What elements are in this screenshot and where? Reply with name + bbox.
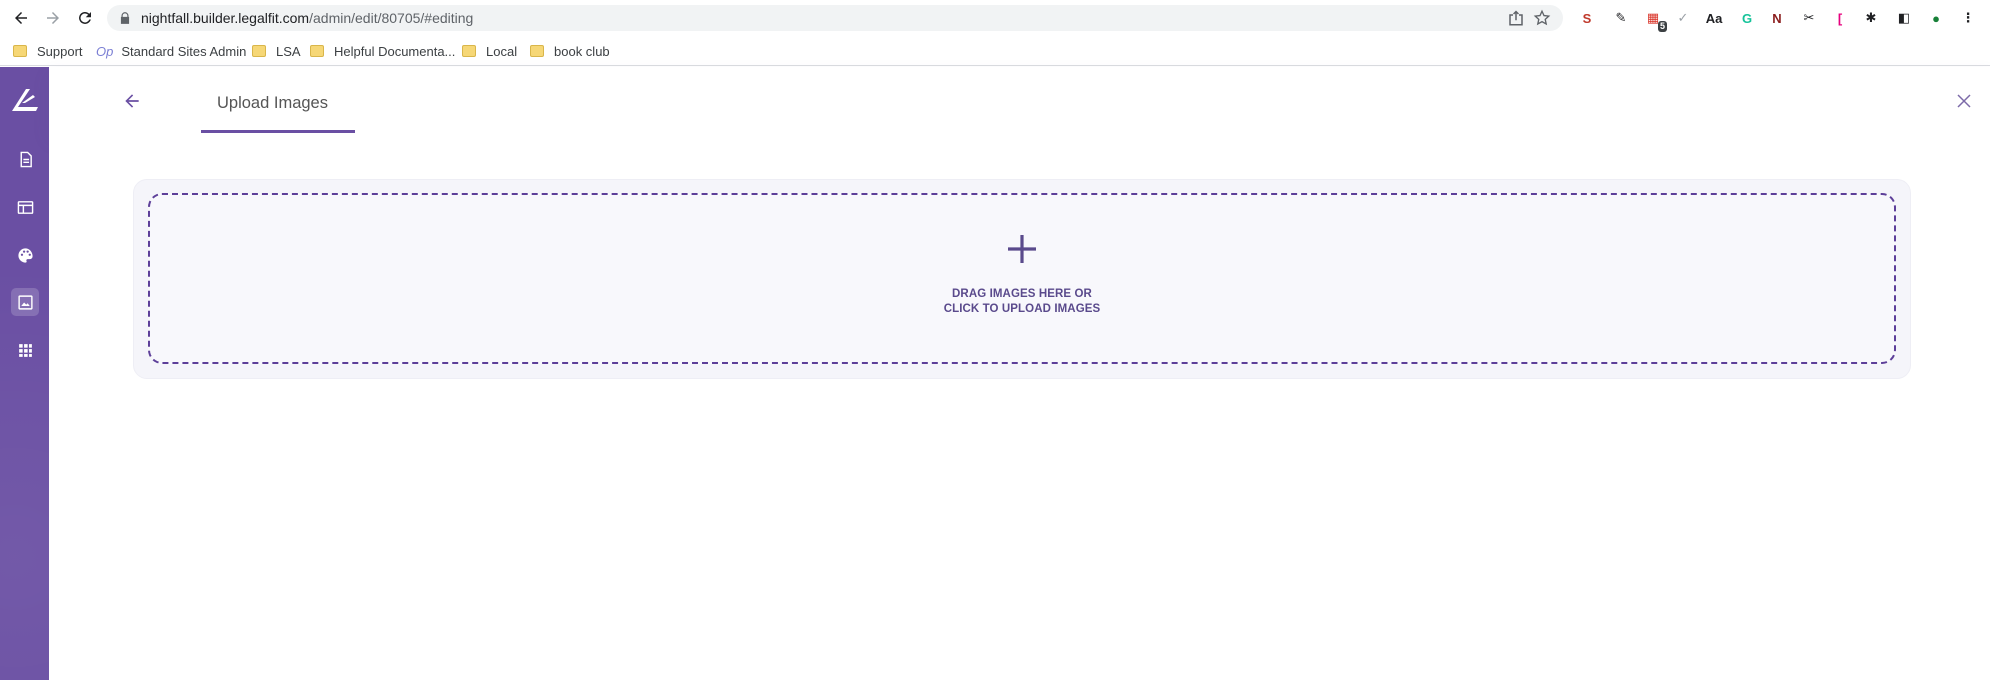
bookmark-label: Local [486, 43, 518, 59]
plus-icon [1008, 235, 1036, 263]
arrow-right-icon [47, 12, 59, 24]
url-text: nightfall.builder.legalfit.com/admin/edi… [141, 10, 473, 26]
bookmark-helpful-documentation[interactable]: Helpful Documenta... [310, 42, 455, 60]
bookmarks-bar: Support Op Standard Sites Admin LSA Help… [0, 36, 1990, 66]
url-host: nightfall.builder.legalfit.com [141, 10, 310, 26]
op-logo-icon: Op [96, 43, 114, 59]
grid-icon [18, 343, 32, 357]
bookmark-lsa[interactable]: LSA [252, 42, 301, 60]
calendar-extension-icon[interactable]: ▦ 5 [1643, 8, 1667, 32]
ghost-extension-icon[interactable]: ✂ [1799, 8, 1819, 28]
folder-icon [530, 45, 544, 57]
back-arrow-icon[interactable] [122, 91, 142, 111]
bracket-extension-icon[interactable]: [ [1830, 8, 1850, 28]
url-path: /admin/edit/80705/#editing [309, 10, 474, 26]
extension-badge: 5 [1657, 21, 1667, 32]
browser-reload-button[interactable] [73, 6, 97, 30]
main-content: DRAG IMAGES HERE OR CLICK TO UPLOAD IMAG… [49, 133, 1990, 680]
dropzone-instruction-line2: CLICK TO UPLOAD IMAGES [943, 303, 1101, 315]
layout-icon [17, 200, 33, 214]
sidebar-item-theme[interactable] [11, 241, 39, 269]
n-extension-icon[interactable]: N [1767, 8, 1787, 28]
folder-icon [310, 45, 324, 57]
close-icon[interactable] [1955, 92, 1973, 110]
sidebar-item-images[interactable] [11, 288, 39, 316]
bookmark-label: Standard Sites Admin [121, 43, 247, 59]
bookmark-label: Support [37, 43, 83, 59]
folder-icon [252, 45, 266, 57]
bookmark-local[interactable]: Local [462, 42, 517, 60]
bookmark-support[interactable]: Support [13, 42, 83, 60]
dropzone-instruction-line1: DRAG IMAGES HERE OR [952, 288, 1092, 300]
pen-extension-icon[interactable]: ✎ [1611, 8, 1631, 28]
tab-label: Upload Images [217, 94, 328, 112]
address-bar[interactable]: nightfall.builder.legalfit.com/admin/edi… [107, 5, 1563, 31]
bookmark-label: book club [554, 43, 610, 59]
tab-upload-images[interactable]: Upload Images [201, 67, 355, 133]
browser-toolbar: nightfall.builder.legalfit.com/admin/edi… [0, 0, 1990, 36]
browser-forward-button[interactable] [41, 6, 65, 30]
grammarly-extension-icon[interactable]: G [1737, 8, 1757, 28]
document-icon [20, 151, 32, 167]
share-icon[interactable] [1507, 9, 1525, 27]
sidebar-item-layout[interactable] [11, 193, 39, 221]
bookmark-label: LSA [276, 43, 301, 59]
folder-icon [13, 45, 27, 57]
dictionary-extension-icon[interactable]: Aa [1704, 8, 1724, 28]
s-extension-icon[interactable]: S [1577, 8, 1597, 28]
bookmark-label: Helpful Documenta... [334, 43, 456, 59]
arrow-left-icon [15, 12, 27, 24]
image-icon [17, 294, 33, 310]
more-menu-icon[interactable]: ⋮ [1958, 8, 1978, 28]
palette-icon [17, 247, 33, 263]
legalfit-logo-icon[interactable] [9, 85, 41, 117]
sidebar-item-apps[interactable] [11, 336, 39, 364]
app-sidebar [0, 67, 49, 680]
upload-panel: DRAG IMAGES HERE OR CLICK TO UPLOAD IMAG… [133, 179, 1911, 379]
folder-icon [462, 45, 476, 57]
editor-header: Upload Images [49, 67, 1990, 133]
reload-icon [79, 11, 91, 24]
puzzle-extension-icon[interactable]: ✱ [1861, 8, 1881, 28]
bookmark-standard-sites-admin[interactable]: Op Standard Sites Admin [96, 42, 246, 60]
sidebar-item-pages[interactable] [11, 145, 39, 173]
bookmark-star-icon[interactable] [1533, 9, 1551, 27]
side-panel-icon[interactable]: ◧ [1894, 8, 1914, 28]
profile-avatar-icon[interactable]: ● [1926, 8, 1946, 28]
browser-back-button[interactable] [9, 6, 33, 30]
check-extension-icon[interactable]: ✓ [1673, 8, 1693, 28]
image-dropzone[interactable]: DRAG IMAGES HERE OR CLICK TO UPLOAD IMAG… [148, 193, 1896, 364]
bookmark-book-club[interactable]: book club [530, 42, 610, 60]
lock-icon [120, 12, 130, 24]
